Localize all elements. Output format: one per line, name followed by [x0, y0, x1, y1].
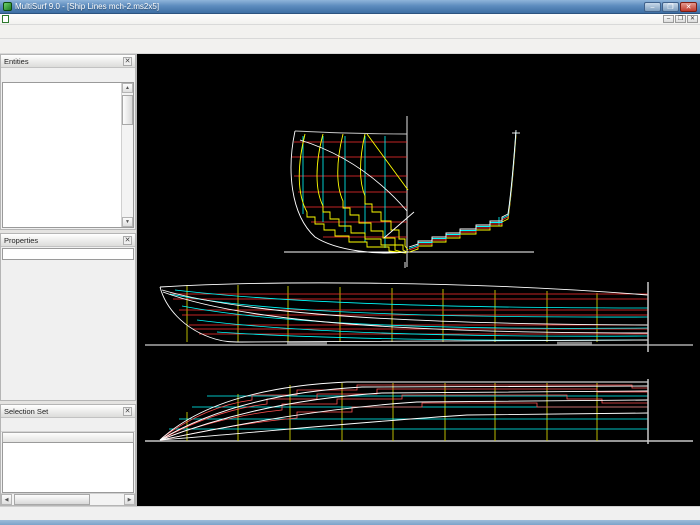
properties-panel: Properties ✕: [0, 233, 136, 401]
body-plan-view: [284, 116, 534, 267]
selection-panel-title: Selection Set: [4, 406, 49, 416]
selection-set-panel: Selection Set ✕ ◀ ▶: [0, 404, 136, 506]
properties-panel-caption[interactable]: Properties ✕: [1, 234, 135, 247]
scroll-thumb[interactable]: [14, 494, 91, 505]
plan-hull-lines: [159, 381, 649, 441]
entities-panel-title: Entities: [4, 56, 29, 66]
profile-view: [145, 262, 693, 352]
scroll-down-icon[interactable]: ▼: [122, 217, 133, 227]
body-aft-sections: [408, 129, 520, 253]
document-icon: [2, 15, 9, 23]
entities-tree: [3, 83, 121, 227]
window-controls: – ❐ ✕: [644, 1, 697, 12]
plan-view: [145, 379, 693, 444]
app-icon: [3, 2, 12, 11]
properties-panel-title: Properties: [4, 235, 39, 245]
selection-table-header: [2, 432, 134, 443]
tree-vertical-scrollbar[interactable]: ▲ ▼: [121, 83, 133, 227]
body-waterlines: [292, 141, 407, 238]
selection-panel-caption[interactable]: Selection Set ✕: [1, 405, 135, 418]
entities-tabs: [1, 68, 135, 82]
selection-close-icon[interactable]: ✕: [123, 406, 132, 416]
mdi-close-button[interactable]: ✕: [687, 15, 698, 23]
selection-table-body[interactable]: [2, 443, 134, 493]
menu-bar: – ❐ ✕: [0, 14, 700, 25]
scroll-thumb[interactable]: [122, 95, 133, 125]
scroll-right-icon[interactable]: ▶: [124, 494, 135, 505]
mdi-restore-button[interactable]: ❐: [675, 15, 686, 23]
restore-button[interactable]: ❐: [662, 1, 679, 12]
drawing-canvas[interactable]: [137, 54, 700, 506]
window-border: [0, 520, 700, 525]
selection-horizontal-scrollbar[interactable]: ◀ ▶: [1, 493, 135, 505]
app-window: MultiSurf 9.0 - [Ship Lines mch-2.ms2x5]…: [0, 0, 700, 525]
ship-lines-drawing: [145, 116, 693, 444]
properties-close-icon[interactable]: ✕: [123, 235, 132, 245]
scroll-left-icon[interactable]: ◀: [1, 494, 12, 505]
body-stations: [298, 133, 409, 254]
mdi-window-controls: – ❐ ✕: [663, 15, 698, 23]
minimize-button[interactable]: –: [644, 1, 661, 12]
left-dock: Entities ✕ ▲ ▼ Properties ✕ Selection Se…: [0, 54, 137, 506]
entities-panel: Entities ✕ ▲ ▼: [0, 54, 136, 230]
properties-body: [1, 261, 135, 400]
entities-close-icon[interactable]: ✕: [123, 56, 132, 66]
properties-field[interactable]: [2, 248, 134, 260]
title-bar: MultiSurf 9.0 - [Ship Lines mch-2.ms2x5]…: [0, 0, 700, 14]
entities-panel-caption[interactable]: Entities ✕: [1, 55, 135, 68]
toolbar-secondary: [0, 39, 700, 54]
mdi-minimize-button[interactable]: –: [663, 15, 674, 23]
toolbar-main: [0, 25, 700, 39]
close-button[interactable]: ✕: [680, 1, 697, 12]
selection-toolbar: [1, 418, 135, 432]
scroll-up-icon[interactable]: ▲: [122, 83, 133, 93]
window-title: MultiSurf 9.0 - [Ship Lines mch-2.ms2x5]: [15, 2, 160, 11]
